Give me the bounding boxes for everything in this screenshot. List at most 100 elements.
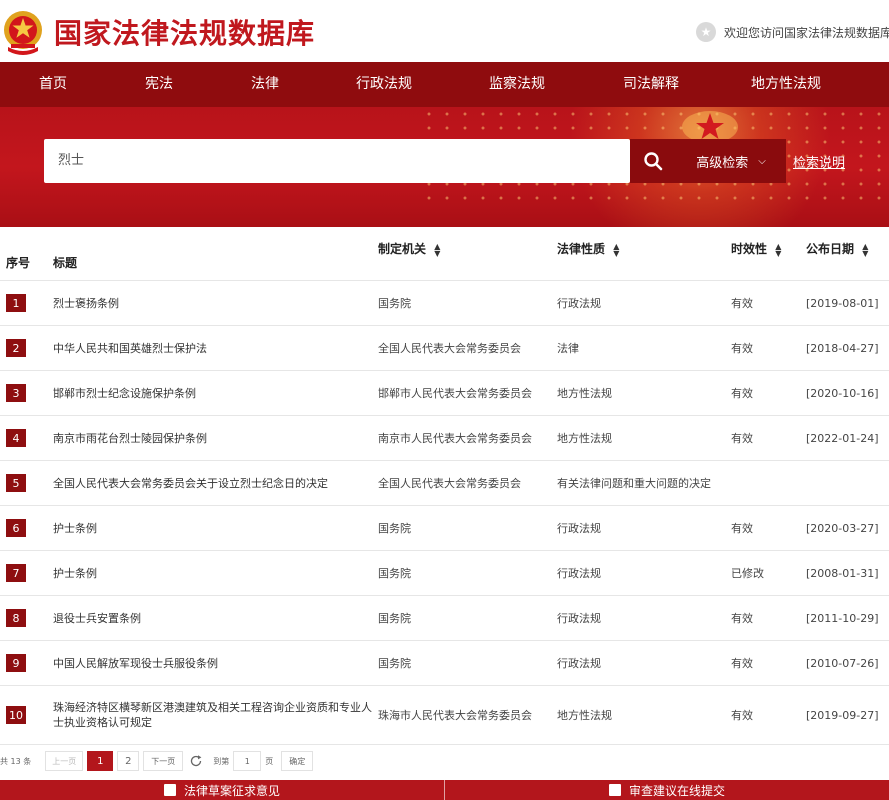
- header-date[interactable]: 公布日期 ▲ ▼: [806, 240, 868, 257]
- row-title-link[interactable]: 退役士兵安置条例: [53, 611, 141, 626]
- row-type-cell: 地方性法规: [557, 686, 727, 744]
- row-number-cell: 6: [6, 506, 26, 550]
- row-title-link[interactable]: 中国人民解放军现役士兵服役条例: [53, 656, 218, 671]
- row-number-cell: 8: [6, 596, 26, 640]
- row-date-cell: [2020-03-27]: [806, 506, 889, 550]
- draft-icon: [163, 784, 176, 796]
- row-date: [2011-10-29]: [806, 611, 879, 625]
- row-type: 行政法规: [557, 612, 601, 625]
- row-title-link-cell[interactable]: 护士条例: [53, 506, 373, 550]
- row-type-cell: 地方性法规: [557, 371, 727, 415]
- row-number: 2: [6, 339, 26, 357]
- next-page-button[interactable]: 下一页: [143, 751, 184, 771]
- header-date-label: 公布日期: [806, 242, 855, 256]
- nav-item-judicial-interpretations[interactable]: 司法解释: [584, 62, 718, 107]
- search-banner: 烈士 高级检索 ⌵ 检索说明: [0, 107, 889, 227]
- row-status-cell: 有效: [731, 686, 801, 744]
- table-row: 8 退役士兵安置条例 国务院 行政法规 有效 [2011-10-29]: [0, 596, 889, 641]
- row-type: 地方性法规: [557, 709, 612, 722]
- goto-page-input[interactable]: 1: [233, 751, 262, 771]
- draft-feedback-button[interactable]: 法律草案征求意见: [0, 780, 444, 800]
- sort-icon[interactable]: ▲ ▼: [862, 242, 868, 257]
- advanced-search-label: 高级检索: [696, 155, 749, 171]
- row-status: 有效: [731, 297, 753, 310]
- page-1-button[interactable]: 1: [87, 751, 114, 771]
- header-type[interactable]: 法律性质 ▲ ▼: [557, 240, 619, 257]
- prev-page-button[interactable]: 上一页: [45, 751, 84, 771]
- nav-item-administrative-regulations[interactable]: 行政法规: [318, 62, 450, 107]
- draft-feedback-label: 法律草案征求意见: [183, 783, 280, 798]
- row-date-cell: [2019-08-01]: [806, 281, 889, 325]
- review-suggestion-button[interactable]: 审查建议在线提交: [445, 780, 889, 800]
- row-org: 国务院: [378, 522, 411, 535]
- row-title-link[interactable]: 护士条例: [53, 521, 97, 536]
- nav-item-home[interactable]: 首页: [0, 62, 106, 107]
- nav-item-constitution[interactable]: 宪法: [106, 62, 212, 107]
- sort-icon[interactable]: ▲ ▼: [775, 242, 781, 257]
- row-title-link-cell[interactable]: 中华人民共和国英雄烈士保护法: [53, 326, 373, 370]
- table-row: 1 烈士褒扬条例 国务院 行政法规 有效 [2019-08-01]: [0, 281, 889, 326]
- row-title-link-cell[interactable]: 中国人民解放军现役士兵服役条例: [53, 641, 373, 685]
- row-status: 有效: [731, 387, 753, 400]
- header-status[interactable]: 时效性 ▲ ▼: [731, 240, 781, 257]
- row-date: [2022-01-24]: [806, 431, 879, 445]
- row-date-cell: [2020-10-16]: [806, 371, 889, 415]
- row-type-cell: 行政法规: [557, 551, 727, 595]
- advanced-search-button[interactable]: 高级检索 ⌵: [676, 139, 786, 183]
- row-date: [2020-03-27]: [806, 521, 879, 535]
- pagination: 共 13 条 上一页 1 2 下一页 到第 1 页 确定: [0, 750, 317, 772]
- row-number: 1: [6, 294, 26, 312]
- row-title-link-cell[interactable]: 邯郸市烈士纪念设施保护条例: [53, 371, 373, 415]
- table-row: 9 中国人民解放军现役士兵服役条例 国务院 行政法规 有效 [2010-07-26]: [0, 641, 889, 686]
- national-emblem-icon[interactable]: [2, 9, 44, 55]
- confirm-button[interactable]: 确定: [281, 751, 314, 771]
- sort-icon[interactable]: ▲ ▼: [434, 242, 440, 257]
- row-type: 法律: [557, 342, 579, 355]
- row-type: 地方性法规: [557, 387, 612, 400]
- row-title-link-cell[interactable]: 南京市雨花台烈士陵园保护条例: [53, 416, 373, 460]
- row-title-link[interactable]: 邯郸市烈士纪念设施保护条例: [53, 386, 196, 401]
- row-title-link-cell[interactable]: 退役士兵安置条例: [53, 596, 373, 640]
- row-title-link[interactable]: 南京市雨花台烈士陵园保护条例: [53, 431, 207, 446]
- row-type-cell: 法律: [557, 326, 727, 370]
- row-type: 地方性法规: [557, 432, 612, 445]
- row-title-link[interactable]: 全国人民代表大会常务委员会关于设立烈士纪念日的决定: [53, 476, 328, 491]
- nav-item-laws[interactable]: 法律: [212, 62, 318, 107]
- header-org[interactable]: 制定机关 ▲ ▼: [378, 240, 440, 257]
- sort-icon[interactable]: ▲ ▼: [613, 242, 619, 257]
- row-title-link[interactable]: 护士条例: [53, 566, 97, 581]
- page-2-button[interactable]: 2: [117, 751, 140, 771]
- row-title-link-cell[interactable]: 护士条例: [53, 551, 373, 595]
- row-title-link[interactable]: 珠海经济特区横琴新区港澳建筑及相关工程咨询企业资质和专业人士执业资格认可规定: [53, 700, 373, 730]
- row-org-cell: 珠海市人民代表大会常务委员会: [378, 686, 553, 744]
- row-type-cell: 有关法律问题和重大问题的决定: [557, 461, 727, 505]
- row-title-link-cell[interactable]: 全国人民代表大会常务委员会关于设立烈士纪念日的决定: [53, 461, 373, 505]
- site-title: 国家法律法规数据库: [54, 17, 316, 50]
- table-row: 2 中华人民共和国英雄烈士保护法 全国人民代表大会常务委员会 法律 有效 [2018-04…: [0, 326, 889, 371]
- row-title-link[interactable]: 烈士褒扬条例: [53, 296, 119, 311]
- row-date-cell: [2010-07-26]: [806, 641, 889, 685]
- refresh-icon[interactable]: [189, 754, 203, 768]
- row-title-link-cell[interactable]: 烈士褒扬条例: [53, 281, 373, 325]
- row-status-cell: 有效: [731, 326, 801, 370]
- row-title-link[interactable]: 中华人民共和国英雄烈士保护法: [53, 341, 207, 356]
- row-type-cell: 行政法规: [557, 506, 727, 550]
- footer-bar: 法律草案征求意见 审查建议在线提交: [0, 780, 889, 800]
- row-org-cell: 邯郸市人民代表大会常务委员会: [378, 371, 553, 415]
- row-number-cell: 10: [6, 686, 26, 744]
- row-number-cell: 5: [6, 461, 26, 505]
- row-status: 有效: [731, 612, 753, 625]
- row-date-cell: [2008-01-31]: [806, 551, 889, 595]
- search-button[interactable]: [630, 139, 676, 183]
- nav-item-supervisory-regulations[interactable]: 监察法规: [450, 62, 584, 107]
- row-type-cell: 行政法规: [557, 281, 727, 325]
- row-date: [2019-08-01]: [806, 296, 879, 310]
- row-number: 5: [6, 474, 26, 492]
- search-input[interactable]: 烈士: [44, 139, 630, 183]
- table-row: 5 全国人民代表大会常务委员会关于设立烈士纪念日的决定 全国人民代表大会常务委员会 有…: [0, 461, 889, 506]
- nav-item-local-regulations[interactable]: 地方性法规: [718, 62, 854, 107]
- row-title-link-cell[interactable]: 珠海经济特区横琴新区港澳建筑及相关工程咨询企业资质和专业人士执业资格认可规定: [53, 686, 373, 744]
- total-count: 共 13 条: [0, 756, 32, 766]
- search-help-link[interactable]: 检索说明: [793, 152, 845, 171]
- row-number: 6: [6, 519, 26, 537]
